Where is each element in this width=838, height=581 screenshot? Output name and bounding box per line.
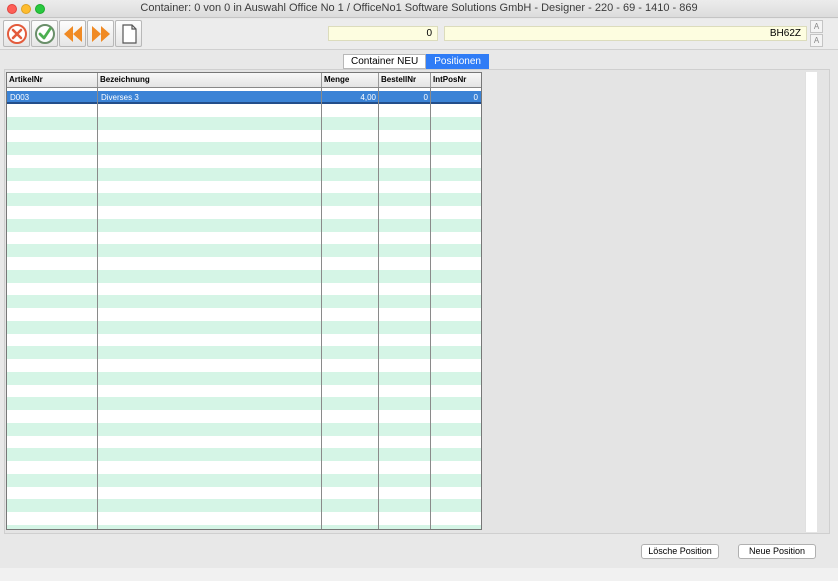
right-scroll-area[interactable] <box>805 72 817 532</box>
empty-table-row[interactable] <box>7 193 481 206</box>
toolbar: 0 BH62Z A A <box>0 19 838 50</box>
arrow-left-icon <box>64 26 82 42</box>
column-header-bestellnr[interactable]: BestellNr <box>379 73 431 87</box>
table-header: ArtikelNr Bezeichnung Menge BestellNr In… <box>7 73 481 88</box>
empty-table-row[interactable] <box>7 385 481 398</box>
column-header-artikelnr[interactable]: ArtikelNr <box>7 73 98 87</box>
empty-table-row[interactable] <box>7 334 481 347</box>
document-icon <box>122 24 137 44</box>
empty-table-row[interactable] <box>7 142 481 155</box>
empty-table-row[interactable] <box>7 130 481 143</box>
empty-table-row[interactable] <box>7 104 481 117</box>
empty-table-row[interactable] <box>7 181 481 194</box>
window-title: Container: 0 von 0 in Auswahl Office No … <box>140 2 698 14</box>
window-bottom-bar <box>0 568 838 581</box>
empty-table-row[interactable] <box>7 244 481 257</box>
empty-table-row[interactable] <box>7 524 481 529</box>
empty-table-row[interactable] <box>7 359 481 372</box>
column-divider <box>378 88 379 529</box>
positions-table[interactable]: ArtikelNr Bezeichnung Menge BestellNr In… <box>6 72 482 530</box>
arrow-right-icon <box>92 26 110 42</box>
cancel-x-icon <box>7 24 27 44</box>
empty-table-row[interactable] <box>7 283 481 296</box>
next-button[interactable] <box>87 20 114 47</box>
column-divider <box>430 88 431 529</box>
text-size-up-button[interactable]: A <box>810 20 823 33</box>
empty-table-row[interactable] <box>7 499 481 512</box>
text-size-down-button[interactable]: A <box>810 34 823 47</box>
column-header-bezeichnung[interactable]: Bezeichnung <box>98 73 322 87</box>
cancel-button[interactable] <box>3 20 30 47</box>
empty-table-row[interactable] <box>7 397 481 410</box>
empty-table-row[interactable] <box>7 410 481 423</box>
empty-table-row[interactable] <box>7 116 481 130</box>
empty-table-row[interactable] <box>7 422 481 436</box>
column-header-intposnr[interactable]: IntPosNr <box>431 73 481 87</box>
tab-bar: Container NEU Positionen <box>343 54 489 69</box>
tab-positionen[interactable]: Positionen <box>426 54 489 69</box>
tab-container-neu[interactable]: Container NEU <box>343 54 427 69</box>
empty-table-row[interactable] <box>7 155 481 168</box>
table-row[interactable]: D003 Diverses 3 4,00 0 0 <box>7 91 481 104</box>
previous-button[interactable] <box>59 20 86 47</box>
cell-menge: 4,00 <box>360 93 376 102</box>
empty-table-row[interactable] <box>7 473 481 487</box>
title-bar: Container: 0 von 0 in Auswahl Office No … <box>0 0 838 18</box>
empty-table-row[interactable] <box>7 461 481 474</box>
empty-table-row[interactable] <box>7 448 481 461</box>
checkmark-icon <box>35 24 55 44</box>
empty-table-row[interactable] <box>7 206 481 219</box>
cell-bezeichnung: Diverses 3 <box>101 93 139 102</box>
new-document-button[interactable] <box>115 20 142 47</box>
new-position-button[interactable]: Neue Position <box>738 544 816 559</box>
empty-table-row[interactable] <box>7 487 481 500</box>
empty-table-row[interactable] <box>7 308 481 321</box>
code-field[interactable]: BH62Z <box>444 26 807 41</box>
column-header-menge[interactable]: Menge <box>322 73 379 87</box>
empty-table-row[interactable] <box>7 436 481 449</box>
cell-artikelnr: D003 <box>10 93 30 102</box>
delete-position-button[interactable]: Lösche Position <box>641 544 719 559</box>
cell-intposnr: 0 <box>473 93 478 102</box>
empty-table-row[interactable] <box>7 232 481 245</box>
empty-table-row[interactable] <box>7 257 481 270</box>
ok-button[interactable] <box>31 20 58 47</box>
cell-bestellnr: 0 <box>423 93 428 102</box>
empty-table-row[interactable] <box>7 295 481 308</box>
empty-table-row[interactable] <box>7 512 481 525</box>
empty-table-row[interactable] <box>7 346 481 359</box>
empty-table-row[interactable] <box>7 269 481 283</box>
empty-table-row[interactable] <box>7 218 481 232</box>
empty-table-row[interactable] <box>7 371 481 385</box>
column-divider <box>321 88 322 529</box>
empty-table-row[interactable] <box>7 320 481 334</box>
number-field[interactable]: 0 <box>328 26 438 41</box>
empty-table-row[interactable] <box>7 167 481 181</box>
column-divider <box>97 88 98 529</box>
